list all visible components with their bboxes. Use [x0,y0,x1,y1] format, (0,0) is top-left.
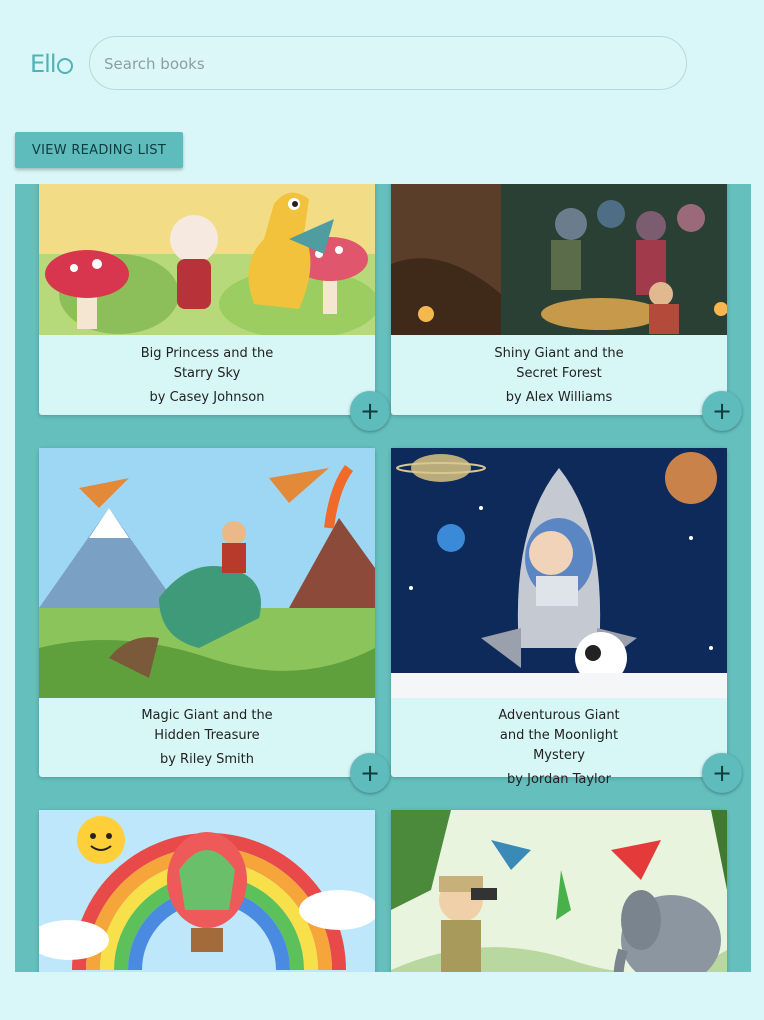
book-title: Magic Giant and the Hidden Treasure [141,708,273,743]
add-to-reading-list-button[interactable]: + [350,391,390,431]
bottom-area [0,972,764,1020]
logo-face-icon [56,58,73,74]
book-cover-image[interactable] [391,448,727,698]
add-to-reading-list-button[interactable]: + [702,391,742,431]
book-cover-image[interactable] [39,810,375,972]
book-card[interactable] [39,810,375,972]
book-author: by Casey Johnson [149,390,265,405]
view-reading-list-button[interactable]: VIEW READING LIST [15,132,183,168]
book-title: Adventurous Giant and the Moonlight Myst… [498,708,620,763]
book-card[interactable]: Adventurous Giant and the Moonlight Myst… [391,448,727,787]
logo-text: Ell [30,50,56,78]
book-author: by Riley Smith [159,752,255,767]
book-cover-image[interactable] [39,448,375,698]
book-card[interactable]: Magic Giant and the Hidden Treasure by R… [39,448,375,777]
book-card[interactable]: Big Princess and the Starry Sky by Casey… [39,184,375,415]
book-title: Big Princess and the Starry Sky [140,346,274,381]
books-grid[interactable]: Big Princess and the Starry Sky by Casey… [15,184,751,972]
book-title: Shiny Giant and the Secret Forest [494,346,624,381]
ello-logo[interactable]: Ell [30,50,73,78]
search-bar[interactable] [89,36,687,91]
book-card[interactable] [391,810,727,972]
book-author: by Alex Williams [505,390,613,405]
add-to-reading-list-button[interactable]: + [702,753,742,793]
book-card[interactable]: Shiny Giant and the Secret Forest by Ale… [391,184,727,415]
book-cover-image[interactable] [391,810,727,972]
book-cover-image[interactable] [391,184,727,335]
add-to-reading-list-button[interactable]: + [350,753,390,793]
search-input[interactable] [90,37,666,91]
book-cover-image[interactable] [39,184,375,335]
book-author: by Jordan Taylor [507,772,611,787]
